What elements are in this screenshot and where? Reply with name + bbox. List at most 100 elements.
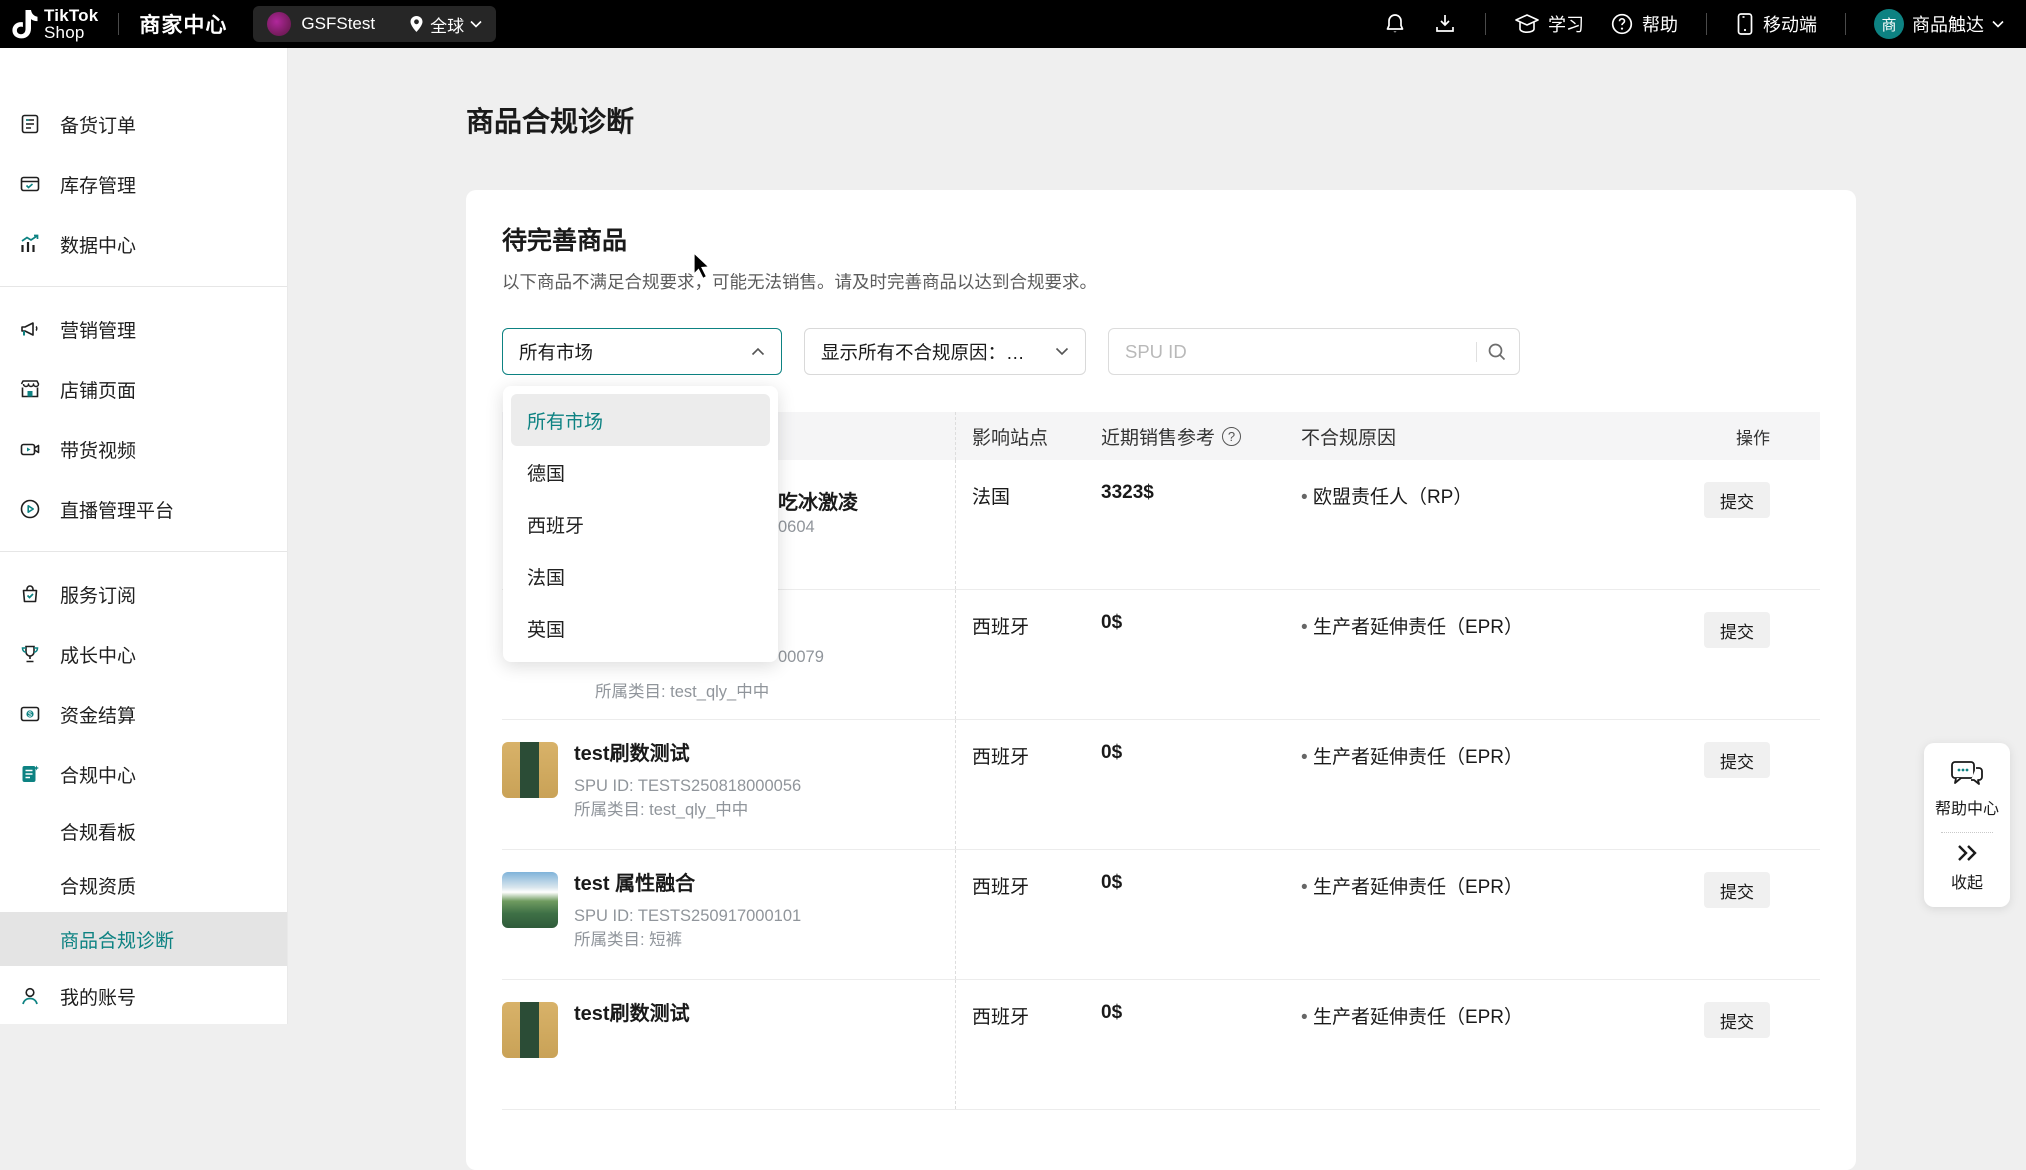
order-document-icon (18, 112, 42, 136)
market-option-all[interactable]: 所有市场 (511, 394, 770, 446)
reason-filter-select[interactable]: 显示所有不合规原因：… (804, 328, 1086, 375)
inventory-box-icon (18, 172, 42, 196)
smartphone-icon (1735, 12, 1755, 36)
search-icon[interactable] (1487, 342, 1507, 362)
market-option-germany[interactable]: 德国 (511, 446, 770, 498)
shop-name: GSFStest (301, 14, 375, 34)
submit-button[interactable]: 提交 (1704, 612, 1770, 648)
sidebar-item-growth-center[interactable]: 成长中心 (0, 624, 287, 684)
mobile-label: 移动端 (1763, 11, 1817, 37)
sales-cell: 0$ (1101, 590, 1301, 634)
sidebar-item-shop-pages[interactable]: 店铺页面 (0, 359, 287, 419)
mobile-button[interactable]: 移动端 (1735, 11, 1817, 37)
learn-button[interactable]: 学习 (1514, 11, 1584, 37)
reason-cell: 生产者延伸责任（EPR） (1301, 980, 1645, 1029)
sidebar-item-label: 带货视频 (60, 436, 136, 463)
product-spu: SPU ID: TESTS250818000056 (574, 774, 801, 798)
sidebar-item-label: 资金结算 (60, 701, 136, 728)
header-action: 操作 (1645, 412, 1820, 460)
action-cell: 提交 (1645, 850, 1820, 908)
chevron-down-icon (1055, 347, 1069, 356)
chevron-down-icon (1992, 20, 2004, 28)
topbar-divider (118, 13, 119, 35)
market-option-france[interactable]: 法国 (511, 550, 770, 602)
download-button[interactable] (1433, 12, 1457, 36)
header-site: 影响站点 (955, 412, 1101, 460)
sidebar-item-my-account[interactable]: 我的账号 (0, 966, 287, 1026)
sidebar-item-inventory[interactable]: 库存管理 (0, 154, 287, 214)
logo-line1: TikTok (44, 7, 98, 24)
sales-cell: 0$ (1101, 850, 1301, 894)
sidebar-item-stock-orders[interactable]: 备货订单 (0, 94, 287, 154)
product-category: 所属类目: 短裤 (574, 928, 801, 952)
sidebar-item-data-center[interactable]: 数据中心 (0, 214, 287, 274)
tiktok-shop-wordmark[interactable]: TikTok Shop (44, 7, 98, 41)
reason-item: 生产者延伸责任（EPR） (1301, 877, 1523, 898)
sidebar-item-compliance-center[interactable]: 合规中心 (0, 744, 287, 804)
sidebar-item-shoppable-videos[interactable]: 带货视频 (0, 419, 287, 479)
sidebar-item-label: 营销管理 (60, 316, 136, 343)
action-cell: 提交 (1645, 980, 1820, 1038)
sidebar-item-service-subscription[interactable]: 服务订阅 (0, 564, 287, 624)
header-sales: 近期销售参考 ? (1101, 423, 1301, 450)
product-name-fragment: 吃冰激凌 (778, 486, 858, 515)
sales-help-icon[interactable]: ? (1222, 427, 1241, 446)
sales-cell: 0$ (1101, 720, 1301, 764)
reason-item: 欧盟责任人（RP） (1301, 487, 1472, 508)
market-option-spain[interactable]: 西班牙 (511, 498, 770, 550)
sidebar-item-label: 合规中心 (60, 761, 136, 788)
market-filter-select[interactable]: 所有市场 (502, 328, 782, 375)
bell-icon (1383, 12, 1407, 36)
chevron-up-icon (751, 347, 765, 356)
submit-button[interactable]: 提交 (1704, 482, 1770, 518)
megaphone-icon (18, 317, 42, 341)
action-cell: 提交 (1645, 590, 1820, 648)
tiktok-logo-icon[interactable] (10, 7, 40, 41)
account-menu[interactable]: 商 商品触达 (1874, 9, 2004, 39)
logo-line2: Shop (44, 24, 98, 41)
sidebar-item-finance-settlement[interactable]: $ 资金结算 (0, 684, 287, 744)
action-cell: 提交 (1645, 460, 1820, 518)
section-heading: 待完善商品 (502, 226, 1820, 256)
sidebar-subitem-compliance-dashboard[interactable]: 合规看板 (0, 804, 287, 858)
storefront-icon (18, 377, 42, 401)
notifications-button[interactable] (1383, 12, 1407, 36)
submit-button[interactable]: 提交 (1704, 742, 1770, 778)
sales-cell: 3323$ (1101, 460, 1301, 504)
product-info: test刷数测试 (574, 1002, 690, 1058)
reason-filter-value: 显示所有不合规原因：… (821, 339, 1055, 365)
submit-button[interactable]: 提交 (1704, 1002, 1770, 1038)
submit-button[interactable]: 提交 (1704, 872, 1770, 908)
help-center-button[interactable]: 帮助中心 (1935, 759, 1999, 819)
sidebar-item-live-management[interactable]: 直播管理平台 (0, 479, 287, 539)
filter-bar: 所有市场 显示所有不合规原因：… (502, 328, 1820, 375)
sidebar-divider (0, 551, 287, 552)
region-selector[interactable]: 全球 (409, 12, 482, 37)
topbar: TikTok Shop 商家中心 GSFStest 全球 (0, 0, 2026, 48)
sidebar-item-marketing[interactable]: 营销管理 (0, 299, 287, 359)
graduation-cap-icon (1514, 12, 1540, 36)
sidebar-subitem-label: 合规资质 (60, 872, 136, 899)
sidebar-item-label: 成长中心 (60, 641, 136, 668)
sidebar-subitem-product-compliance-diagnosis[interactable]: 商品合规诊断 (0, 912, 287, 966)
market-option-uk[interactable]: 英国 (511, 602, 770, 654)
download-icon (1433, 12, 1457, 36)
collapse-button[interactable]: 收起 (1951, 843, 1983, 893)
app-title: 商家中心 (139, 9, 227, 39)
sidebar-divider (0, 286, 287, 287)
shop-selector[interactable]: GSFStest 全球 (253, 6, 496, 42)
product-thumbnail (502, 1002, 558, 1058)
sidebar-subitem-compliance-qualifications[interactable]: 合规资质 (0, 858, 287, 912)
site-cell: 西班牙 (955, 980, 1101, 1109)
svg-text:$: $ (28, 711, 32, 718)
product-cell: test刷数测试 SPU ID: TESTS250818000056 所属类目:… (502, 720, 955, 822)
product-name: test刷数测试 (574, 1002, 690, 1026)
help-button[interactable]: 帮助 (1610, 11, 1678, 37)
bag-check-icon (18, 582, 42, 606)
search-divider (1476, 342, 1477, 362)
sales-cell: 0$ (1101, 980, 1301, 1024)
shop-avatar (267, 12, 291, 36)
site-cell: 西班牙 (955, 850, 1101, 979)
sidebar-item-label: 服务订阅 (60, 581, 136, 608)
spu-search-input[interactable] (1125, 341, 1476, 363)
